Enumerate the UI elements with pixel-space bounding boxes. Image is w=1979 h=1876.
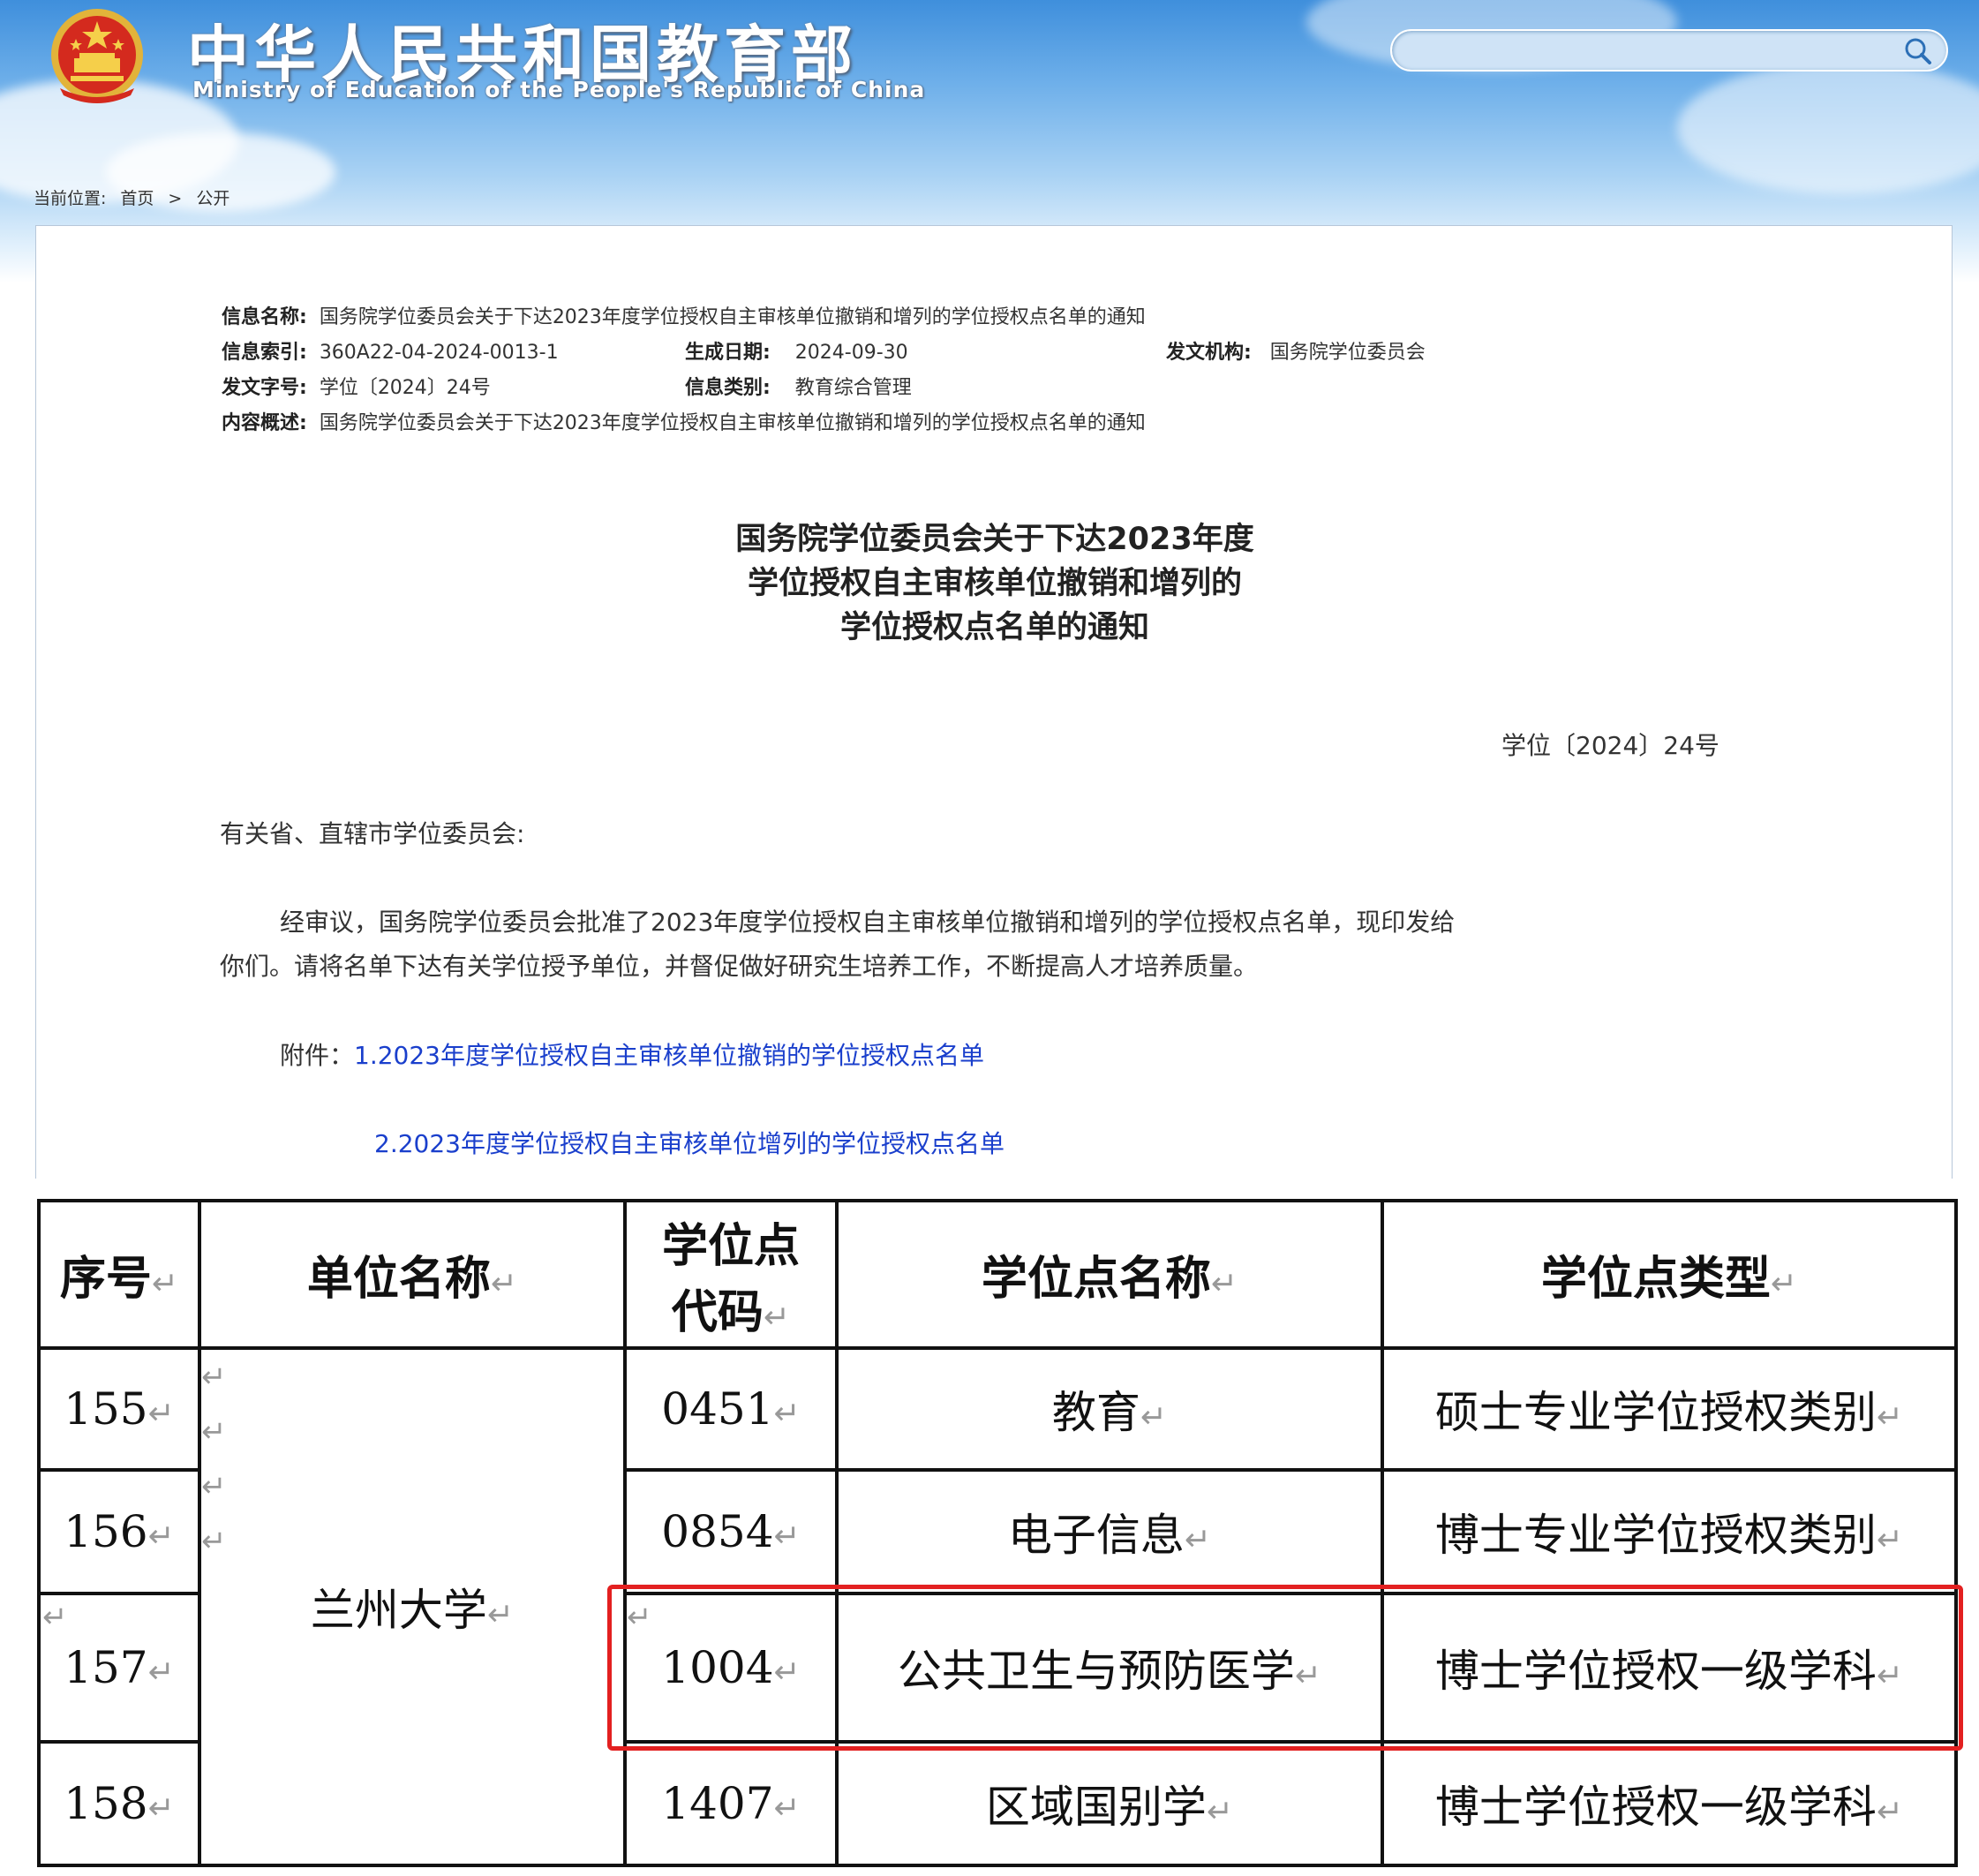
header-seq: 序号↵: [37, 1199, 201, 1350]
cell-seq: 156↵: [37, 1468, 201, 1595]
national-emblem-icon[interactable]: [34, 7, 162, 106]
attachment-link-2[interactable]: 2.2023年度学位授权自主审核单位增列的学位授权点名单: [374, 1129, 1005, 1158]
cell-seq: 155↵: [37, 1346, 201, 1472]
paragraph-mark: ↵: [201, 1360, 227, 1395]
header-unit: 单位名称↵: [198, 1199, 627, 1350]
cell-name: 电子信息↵: [835, 1468, 1384, 1595]
table-row: 155↵ 兰州大学↵ 0451↵ 教育↵ 硕士专业学位授权类别↵: [37, 1346, 1958, 1867]
cell-type: 硕士专业学位授权类别↵: [1381, 1346, 1958, 1472]
info-date-row: 生成日期: 2024-09-30: [685, 336, 908, 365]
highlight-box: [607, 1585, 1963, 1751]
attachment-row-2: 2.2023年度学位授权自主审核单位增列的学位授权点名单: [374, 1125, 1005, 1160]
breadcrumb: 当前位置: 首页 > 公开: [34, 185, 244, 209]
cell-unit: 兰州大学↵: [198, 1346, 627, 1867]
info-docno-row: 发文字号: 学位〔2024〕24号: [222, 372, 491, 400]
degree-points-table: 序号↵ 单位名称↵ 学位点 代码↵ 学位点名称↵ 学位点类型↵ 155↵ 兰州大学…: [37, 1199, 1958, 1867]
paragraph-mark: ↵: [42, 1600, 68, 1635]
document-title-line: 学位授权自主审核单位撤销和增列的: [747, 566, 1242, 601]
cell-type: 博士学位授权一级学科↵: [1381, 1740, 1958, 1867]
info-name-label: 信息名称:: [222, 306, 307, 328]
info-summary-label: 内容概述:: [222, 412, 307, 434]
attachment-label: 附件：: [280, 1041, 355, 1070]
info-summary-row: 内容概述: 国务院学位委员会关于下达2023年度学位授权自主审核单位撤销和增列的…: [222, 407, 1146, 435]
info-summary-value: 国务院学位委员会关于下达2023年度学位授权自主审核单位撤销和增列的学位授权点名…: [319, 412, 1146, 434]
attachment-row-1: 附件：1.2023年度学位授权自主审核单位撤销的学位授权点名单: [280, 1036, 984, 1072]
document-title-line: 学位授权点名单的通知: [839, 610, 1149, 645]
info-name-row: 信息名称: 国务院学位委员会关于下达2023年度学位授权自主审核单位撤销和增列的…: [222, 301, 1146, 329]
cell-name: 区域国别学↵: [835, 1740, 1384, 1867]
paragraph-mark: ↵: [201, 1414, 227, 1450]
search-icon[interactable]: [1902, 35, 1934, 67]
info-name-value: 国务院学位委员会关于下达2023年度学位授权自主审核单位撤销和增列的学位授权点名…: [319, 306, 1146, 328]
document-number: 学位〔2024〕24号: [1501, 731, 1719, 760]
paragraph-mark: ↵: [201, 1524, 227, 1559]
document-title: 国务院学位委员会关于下达2023年度 学位授权自主审核单位撤销和增列的 学位授权…: [36, 517, 1953, 650]
cell-code: 0854↵: [623, 1468, 839, 1595]
info-issuer-label: 发文机构:: [1166, 342, 1252, 364]
cell-code: 1407↵: [623, 1740, 839, 1867]
header-type: 学位点类型↵: [1381, 1199, 1958, 1350]
breadcrumb-label: 当前位置:: [34, 189, 107, 208]
info-issuer-value: 国务院学位委员会: [1269, 342, 1426, 364]
cell-type: 博士专业学位授权类别↵: [1381, 1468, 1958, 1595]
info-index-value: 360A22-04-2024-0013-1: [319, 342, 559, 364]
info-docno-label: 发文字号:: [222, 377, 307, 399]
info-issuer-row: 发文机构: 国务院学位委员会: [1166, 336, 1426, 365]
breadcrumb-home-link[interactable]: 首页: [120, 189, 154, 208]
search-input[interactable]: [1415, 31, 1877, 72]
info-category-row: 信息类别: 教育综合管理: [685, 372, 912, 400]
info-index-row: 信息索引: 360A22-04-2024-0013-1: [222, 336, 559, 365]
search-box: [1390, 29, 1948, 72]
info-date-label: 生成日期:: [685, 342, 771, 364]
attachment-link-1[interactable]: 1.2023年度学位授权自主审核单位撤销的学位授权点名单: [354, 1041, 984, 1070]
info-category-value: 教育综合管理: [794, 377, 912, 399]
header-name: 学位点名称↵: [835, 1199, 1384, 1350]
content-panel: 信息名称: 国务院学位委员会关于下达2023年度学位授权自主审核单位撤销和增列的…: [35, 225, 1953, 1179]
body-paragraph-line: 你们。请将名单下达有关学位授予单位，并督促做好研究生培养工作，不断提高人才培养质…: [220, 952, 1259, 981]
info-docno-value: 学位〔2024〕24号: [319, 377, 491, 399]
breadcrumb-current-link[interactable]: 公开: [196, 189, 230, 208]
document-title-line: 国务院学位委员会关于下达2023年度: [735, 522, 1254, 557]
cell-name: 教育↵: [835, 1346, 1384, 1472]
cloud-decoration: [1677, 62, 1979, 194]
cell-code: 0451↵: [623, 1346, 839, 1472]
salutation: 有关省、直辖市学位委员会:: [220, 819, 525, 848]
header-code: 学位点 代码↵: [623, 1199, 839, 1350]
breadcrumb-separator: >: [168, 189, 183, 208]
table-header-row: 序号↵ 单位名称↵ 学位点 代码↵ 学位点名称↵ 学位点类型↵: [37, 1199, 1958, 1350]
info-category-label: 信息类别:: [685, 377, 771, 399]
paragraph-mark: ↵: [201, 1469, 227, 1504]
cell-seq: 158↵: [37, 1740, 201, 1867]
info-date-value: 2024-09-30: [794, 342, 908, 364]
info-index-label: 信息索引:: [222, 342, 307, 364]
body-paragraph-line: 经审议，国务院学位委员会批准了2023年度学位授权自主审核单位撤销和增列的学位授…: [280, 908, 1456, 937]
site-subtitle: Ministry of Education of the People's Re…: [192, 77, 926, 102]
